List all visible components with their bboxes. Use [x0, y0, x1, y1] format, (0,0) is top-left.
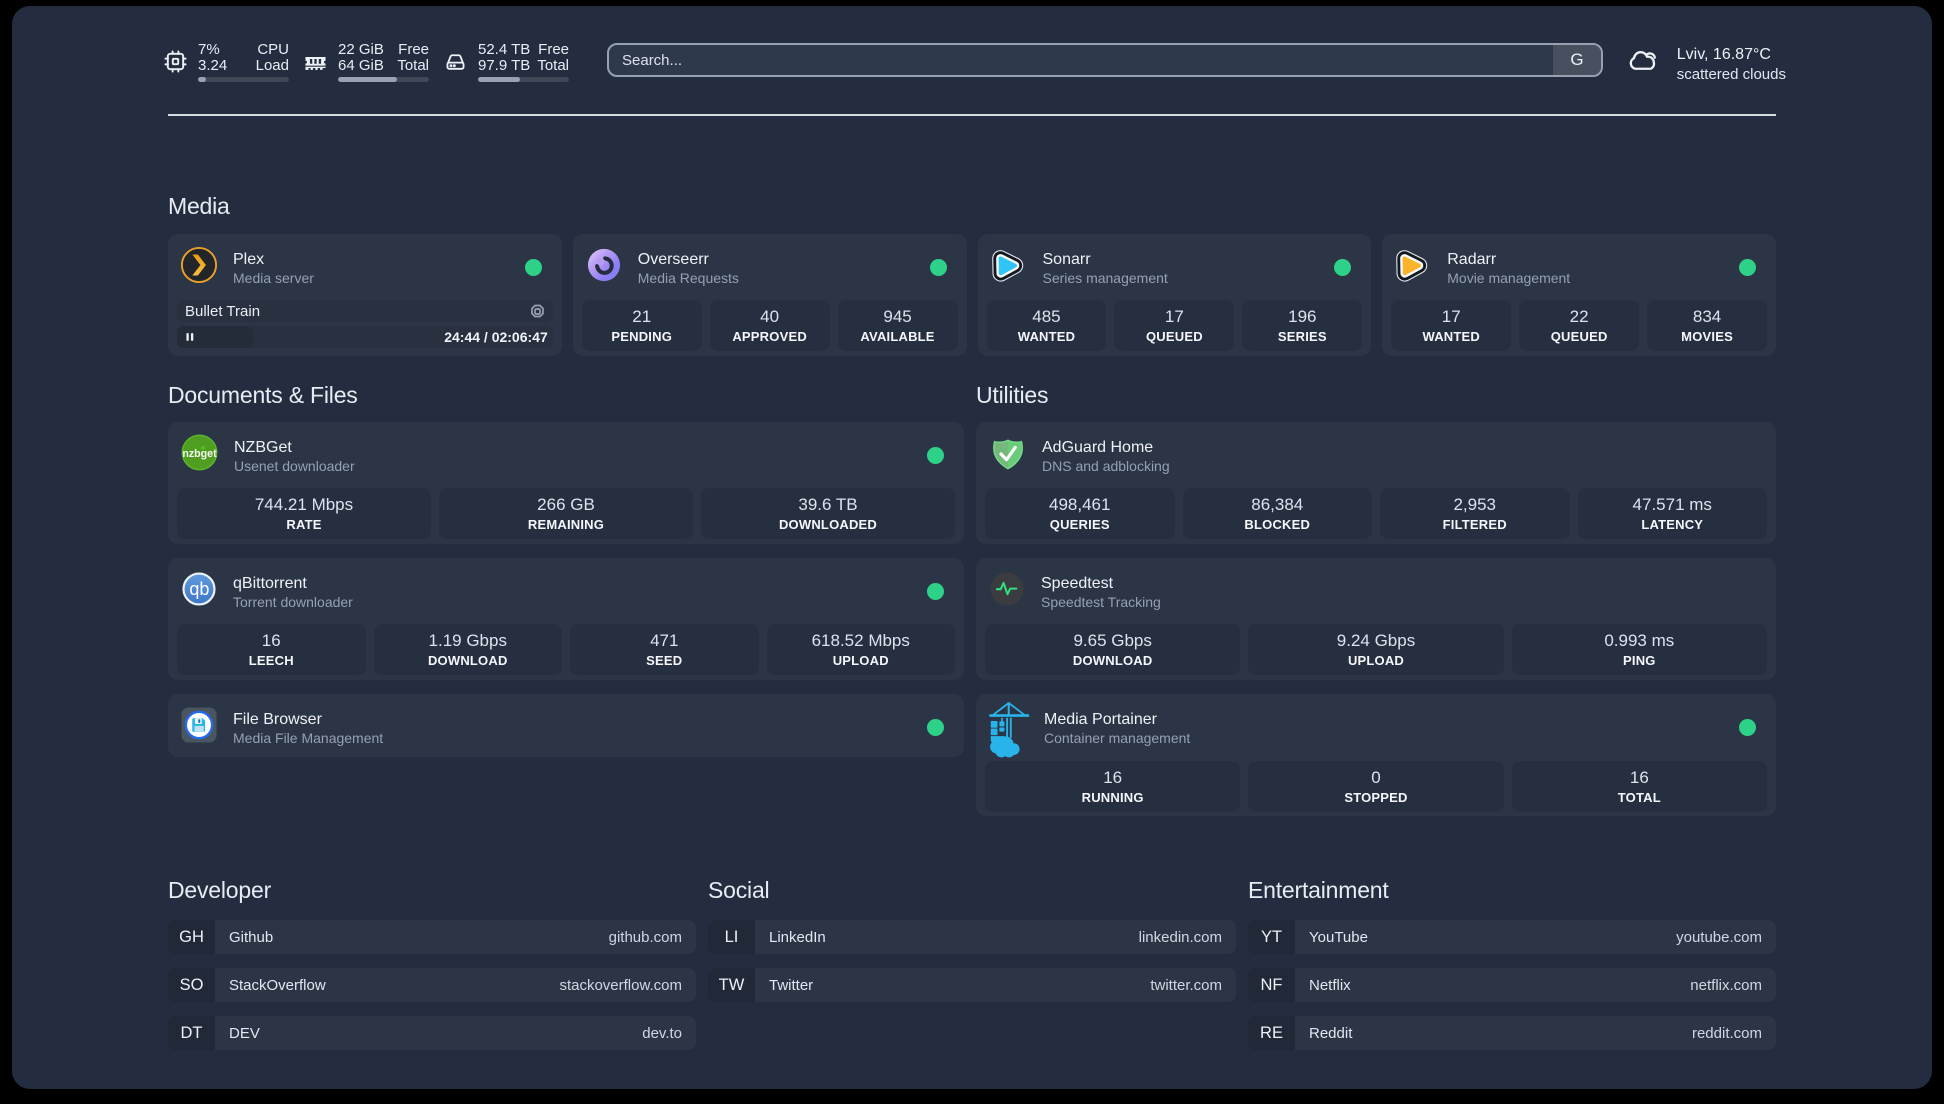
svg-text:nzbget: nzbget: [182, 448, 217, 460]
svg-text:qb: qb: [189, 579, 209, 599]
